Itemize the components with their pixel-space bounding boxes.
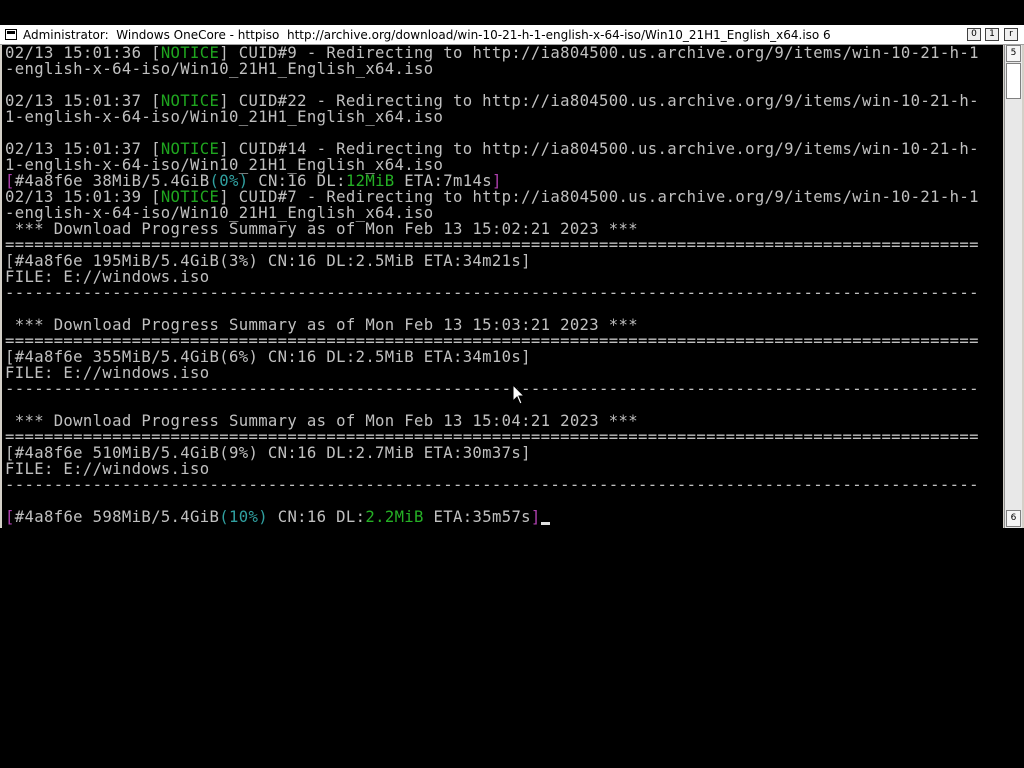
terminal-text: ----------------------------------------… bbox=[5, 284, 979, 302]
scroll-thumb[interactable] bbox=[1006, 63, 1021, 99]
title-bar[interactable]: Administrator: Windows OneCore - httpiso… bbox=[0, 25, 1024, 45]
close-button[interactable]: r bbox=[1004, 28, 1018, 41]
terminal-text: ----------------------------------------… bbox=[5, 380, 979, 398]
terminal-text: 2.2MiB bbox=[365, 508, 424, 526]
terminal-line: 02/13 15:01:37 [NOTICE] CUID#22 - Redire… bbox=[5, 93, 979, 109]
terminal-text: ETA:35m57s bbox=[423, 508, 531, 526]
terminal-text: (10%) bbox=[219, 508, 268, 526]
terminal-text: 1-english-x-64-iso/Win10_21H1_English_x6… bbox=[5, 108, 444, 126]
terminal-line: [#4a8f6e 510MiB/5.4GiB(9%) CN:16 DL:2.7M… bbox=[5, 445, 979, 461]
terminal-line: ----------------------------------------… bbox=[5, 477, 979, 493]
terminal-line: -english-x-64-iso/Win10_21H1_English_x64… bbox=[5, 205, 979, 221]
terminal-lines: 02/13 15:01:36 [NOTICE] CUID#9 - Redirec… bbox=[5, 45, 979, 525]
terminal-text: ] bbox=[530, 508, 541, 526]
terminal-text: ----------------------------------------… bbox=[5, 476, 979, 494]
terminal-line: *** Download Progress Summary as of Mon … bbox=[5, 413, 979, 429]
terminal-line: ----------------------------------------… bbox=[5, 381, 979, 397]
terminal-line: [#4a8f6e 598MiB/5.4GiB(10%) CN:16 DL:2.2… bbox=[5, 509, 979, 525]
terminal-line: ----------------------------------------… bbox=[5, 285, 979, 301]
terminal-line: 02/13 15:01:36 [NOTICE] CUID#9 - Redirec… bbox=[5, 45, 979, 61]
text-cursor bbox=[540, 522, 550, 525]
terminal-line: ========================================… bbox=[5, 237, 979, 253]
terminal-line: FILE: E://windows.iso bbox=[5, 365, 979, 381]
terminal-text: CN:16 DL: bbox=[267, 508, 366, 526]
terminal-line: [#4a8f6e 195MiB/5.4GiB(3%) CN:16 DL:2.5M… bbox=[5, 253, 979, 269]
window-title: Administrator: Windows OneCore - httpiso… bbox=[23, 28, 831, 42]
terminal-line: -english-x-64-iso/Win10_21H1_English_x64… bbox=[5, 61, 979, 77]
vertical-scrollbar[interactable]: 5 6 bbox=[1004, 45, 1022, 528]
terminal-line: 1-english-x-64-iso/Win10_21H1_English_x6… bbox=[5, 109, 979, 125]
scroll-up-button[interactable]: 5 bbox=[1006, 45, 1021, 62]
arrow-pointer-icon bbox=[512, 384, 526, 405]
terminal-text: #4a8f6e 598MiB/5.4GiB bbox=[14, 508, 220, 526]
terminal-line: *** Download Progress Summary as of Mon … bbox=[5, 221, 979, 237]
minimize-button[interactable]: 0 bbox=[967, 28, 981, 41]
terminal-line: ========================================… bbox=[5, 333, 979, 349]
terminal-line: FILE: E://windows.iso bbox=[5, 461, 979, 477]
terminal-line: 02/13 15:01:37 [NOTICE] CUID#14 - Redire… bbox=[5, 141, 979, 157]
terminal-line: *** Download Progress Summary as of Mon … bbox=[5, 317, 979, 333]
terminal-line: [#4a8f6e 355MiB/5.4GiB(6%) CN:16 DL:2.5M… bbox=[5, 349, 979, 365]
terminal-output[interactable]: 02/13 15:01:36 [NOTICE] CUID#9 - Redirec… bbox=[2, 45, 1003, 528]
terminal-text: [ bbox=[5, 508, 15, 526]
console-window-icon[interactable] bbox=[5, 29, 17, 40]
terminal-line: [#4a8f6e 38MiB/5.4GiB(0%) CN:16 DL:12MiB… bbox=[5, 173, 979, 189]
terminal-line: 1-english-x-64-iso/Win10_21H1_English_x6… bbox=[5, 157, 979, 173]
terminal-text: -english-x-64-iso/Win10_21H1_English_x64… bbox=[5, 60, 434, 78]
scroll-down-button[interactable]: 6 bbox=[1006, 510, 1021, 527]
terminal-line: ========================================… bbox=[5, 429, 979, 445]
terminal-line: FILE: E://windows.iso bbox=[5, 269, 979, 285]
maximize-button[interactable]: 1 bbox=[985, 28, 999, 41]
console-window[interactable]: Administrator: Windows OneCore - httpiso… bbox=[0, 25, 1024, 528]
terminal-line: 02/13 15:01:39 [NOTICE] CUID#7 - Redirec… bbox=[5, 189, 979, 205]
